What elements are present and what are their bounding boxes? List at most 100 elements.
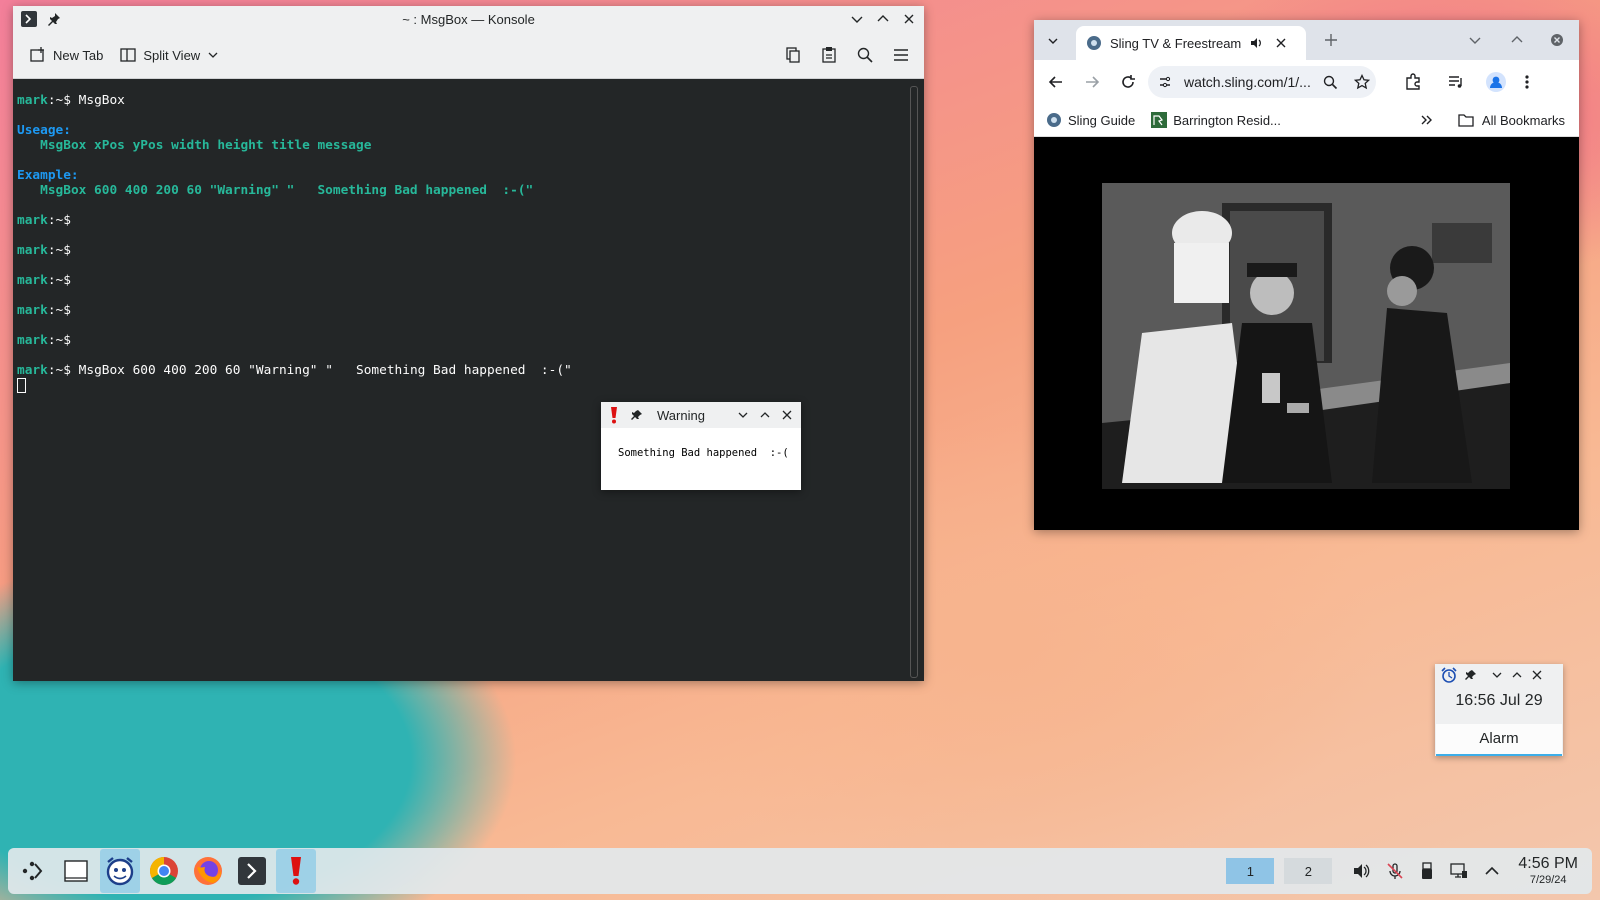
terminal-line: mark:~$ MsgBox 600 400 200 60 "Warning" … (17, 363, 910, 378)
browser-window[interactable]: Sling TV & Freestream L watch.sling.com/… (1034, 20, 1579, 530)
warning-dialog[interactable]: Warning Something Bad happened :-( (601, 402, 801, 490)
paste-icon[interactable] (820, 46, 838, 64)
alarm-button[interactable]: Alarm (1436, 724, 1562, 756)
konsole-titlebar[interactable]: ~ : MsgBox — Konsole (13, 6, 924, 32)
konsole-window[interactable]: ~ : MsgBox — Konsole New Tab Split View … (13, 6, 924, 681)
usage-heading: Example: (17, 168, 79, 183)
media-controls-icon[interactable] (1448, 74, 1464, 90)
exclamation-icon (609, 406, 619, 424)
folder-icon (1458, 113, 1474, 127)
taskbar-konsole[interactable] (232, 849, 272, 893)
terminal-app-icon[interactable] (21, 11, 37, 27)
bookmark-sling-guide[interactable]: Sling Guide (1068, 113, 1135, 128)
close-tab-icon[interactable] (1275, 37, 1287, 49)
minimize-icon[interactable] (850, 12, 864, 26)
new-tab-label: New Tab (53, 47, 104, 63)
taskbar: 1 2 4:56 PM 7/29/24 (8, 848, 1592, 894)
taskbar-clock[interactable]: 4:56 PM 7/29/24 (1518, 855, 1578, 887)
clock-date: 7/29/24 (1529, 874, 1567, 886)
more-bookmarks-icon[interactable] (1420, 113, 1434, 127)
taskbar-alarm-app[interactable] (100, 849, 140, 893)
hamburger-menu-icon[interactable] (892, 46, 910, 64)
terminal-line (17, 378, 910, 393)
terminal-line: mark:~$ (17, 273, 910, 288)
search-icon[interactable] (856, 46, 874, 64)
microphone-muted-icon[interactable] (1386, 862, 1404, 880)
chevron-up-icon[interactable] (1510, 33, 1524, 47)
pin-icon[interactable] (1465, 669, 1477, 681)
maximize-icon[interactable] (759, 409, 771, 421)
tab-sling[interactable]: Sling TV & Freestream L (1076, 26, 1306, 60)
split-view-button[interactable]: Split View (119, 46, 220, 64)
prompt-path: :~$ (47, 273, 71, 288)
desktop-icon (64, 860, 88, 882)
prompt-path: :~$ (47, 363, 71, 378)
reload-icon[interactable] (1120, 74, 1136, 90)
close-icon[interactable] (1531, 669, 1543, 681)
chevron-down-icon[interactable] (1468, 33, 1482, 47)
pin-icon[interactable] (631, 409, 643, 421)
copy-icon[interactable] (784, 46, 802, 64)
terminal-icon (238, 857, 266, 885)
new-tab-button[interactable]: New Tab (29, 46, 103, 64)
prompt-user: mark (17, 363, 48, 378)
back-icon[interactable] (1048, 74, 1064, 90)
site-info-icon[interactable] (1158, 75, 1172, 89)
kebab-menu-icon[interactable] (1524, 74, 1530, 90)
taskbar-msgbox[interactable] (276, 849, 316, 893)
warning-message: Something Bad happened :-( (618, 447, 789, 459)
maximize-icon[interactable] (876, 12, 890, 26)
prompt-user: mark (17, 213, 48, 228)
bookmark-star-icon[interactable] (1353, 74, 1370, 90)
show-desktop-button[interactable] (56, 849, 96, 893)
pin-icon[interactable] (47, 12, 61, 26)
terminal-line: MsgBox 600 400 200 60 "Warning" " Someth… (17, 183, 910, 198)
tab-title: Sling TV & Freestream L (1110, 35, 1245, 51)
prompt-user: mark (17, 273, 48, 288)
desktop-2[interactable]: 2 (1284, 858, 1333, 884)
network-icon[interactable] (1450, 862, 1468, 880)
terminal-line: mark:~$ (17, 213, 910, 228)
alarm-time: 16:56 Jul 29 (1455, 692, 1543, 709)
close-icon[interactable] (781, 409, 793, 421)
close-icon[interactable] (902, 12, 916, 26)
prompt-path: :~$ (47, 243, 71, 258)
extensions-icon[interactable] (1404, 73, 1422, 91)
app-launcher-button[interactable] (12, 849, 52, 893)
tab-search-icon[interactable] (1046, 34, 1060, 48)
close-window-icon[interactable] (1550, 33, 1564, 47)
terminal-output[interactable]: mark:~$ MsgBox Useage: MsgBox xPos yPos w… (13, 79, 910, 681)
usage-text: MsgBox 600 400 200 60 "Warning" " Someth… (40, 183, 534, 198)
speaker-icon[interactable] (1249, 36, 1263, 50)
volume-icon[interactable] (1352, 862, 1370, 880)
forward-icon[interactable] (1084, 74, 1100, 90)
taskbar-chrome[interactable] (144, 849, 184, 893)
address-bar[interactable]: watch.sling.com/1/... (1148, 66, 1376, 98)
zoom-icon[interactable] (1323, 75, 1338, 90)
chevron-down-icon[interactable] (206, 48, 220, 62)
profile-avatar-icon[interactable] (1486, 72, 1506, 92)
maximize-icon[interactable] (1511, 669, 1523, 681)
minimize-icon[interactable] (737, 409, 749, 421)
warning-dialog-titlebar[interactable]: Warning (601, 402, 801, 428)
taskbar-firefox[interactable] (188, 849, 228, 893)
chevron-up-icon[interactable] (1484, 863, 1500, 879)
virtual-desktop-pager: 1 2 (1226, 858, 1333, 884)
video-player[interactable] (1102, 183, 1510, 489)
terminal-scrollbar[interactable] (910, 86, 918, 678)
prompt-path: :~$ (47, 333, 71, 348)
browser-toolbar: watch.sling.com/1/... (1034, 60, 1579, 104)
new-tab-plus-icon[interactable] (1324, 33, 1338, 47)
alarm-titlebar[interactable] (1435, 664, 1563, 686)
usb-device-icon[interactable] (1420, 862, 1434, 880)
all-bookmarks[interactable]: All Bookmarks (1482, 113, 1565, 128)
bookmark-barrington[interactable]: Barrington Resid... (1173, 113, 1281, 128)
alarm-widget[interactable]: 16:56 Jul 29 Alarm (1435, 664, 1563, 756)
url-text: watch.sling.com/1/... (1184, 74, 1311, 90)
minimize-icon[interactable] (1491, 669, 1503, 681)
desktop-1[interactable]: 1 (1226, 858, 1275, 884)
sling-favicon-icon (1086, 35, 1102, 51)
